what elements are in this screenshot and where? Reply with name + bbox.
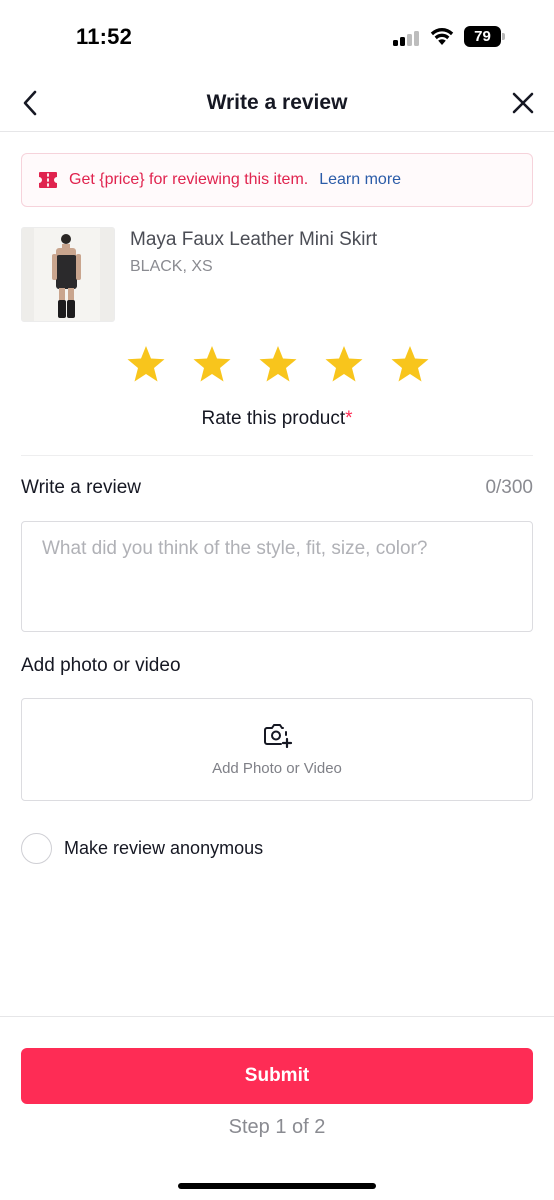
star-icon	[193, 346, 231, 382]
star-rating	[125, 343, 431, 385]
star-icon	[127, 346, 165, 382]
camera-add-icon	[264, 724, 293, 748]
star-icon	[325, 346, 363, 382]
wifi-icon	[430, 28, 454, 45]
coupon-icon	[38, 171, 58, 189]
rate-label-text: Rate this product	[201, 408, 346, 429]
anonymous-toggle[interactable]: Make review anonymous	[21, 832, 263, 864]
product-variant: BLACK, XS	[130, 258, 213, 275]
battery-icon: 79	[464, 26, 506, 47]
home-indicator	[178, 1183, 376, 1189]
star-4-button[interactable]	[323, 343, 365, 385]
status-time: 11:52	[76, 24, 133, 49]
add-media-button[interactable]: Add Photo or Video	[21, 698, 533, 801]
promo-text: Get {price} for reviewing this item.	[69, 171, 309, 188]
divider	[21, 455, 533, 456]
review-label: Write a review	[21, 477, 142, 498]
required-marker: *	[345, 408, 353, 429]
star-2-button[interactable]	[191, 343, 233, 385]
submit-button[interactable]: Submit	[21, 1048, 533, 1104]
cellular-signal-icon	[393, 30, 423, 46]
product-name: Maya Faux Leather Mini Skirt	[130, 229, 378, 250]
footer-divider	[0, 1016, 554, 1017]
star-1-button[interactable]	[125, 343, 167, 385]
product-image	[21, 227, 115, 322]
learn-more-link[interactable]: Learn more	[319, 171, 401, 189]
anonymous-label: Make review anonymous	[64, 837, 264, 858]
promo-banner: Get {price} for reviewing this item. Lea…	[21, 153, 533, 207]
nav-bar: Write a review	[0, 74, 554, 132]
battery-level: 79	[464, 26, 501, 47]
product-summary: Maya Faux Leather Mini Skirt BLACK, XS	[21, 227, 533, 323]
star-3-button[interactable]	[257, 343, 299, 385]
star-icon	[391, 346, 429, 382]
star-5-button[interactable]	[389, 343, 431, 385]
review-char-counter: 0/300	[485, 477, 533, 498]
rate-label: Rate this product*	[0, 408, 554, 430]
media-label: Add photo or video	[21, 655, 181, 676]
close-icon	[512, 92, 534, 114]
close-button[interactable]	[506, 86, 540, 120]
step-indicator: Step 1 of 2	[228, 1116, 326, 1138]
status-bar: 11:52 79	[0, 0, 554, 74]
star-icon	[259, 346, 297, 382]
page-title: Write a review	[206, 91, 348, 114]
add-media-text: Add Photo or Video	[212, 760, 342, 777]
review-textarea[interactable]	[21, 521, 533, 632]
anonymous-radio[interactable]	[21, 832, 52, 864]
